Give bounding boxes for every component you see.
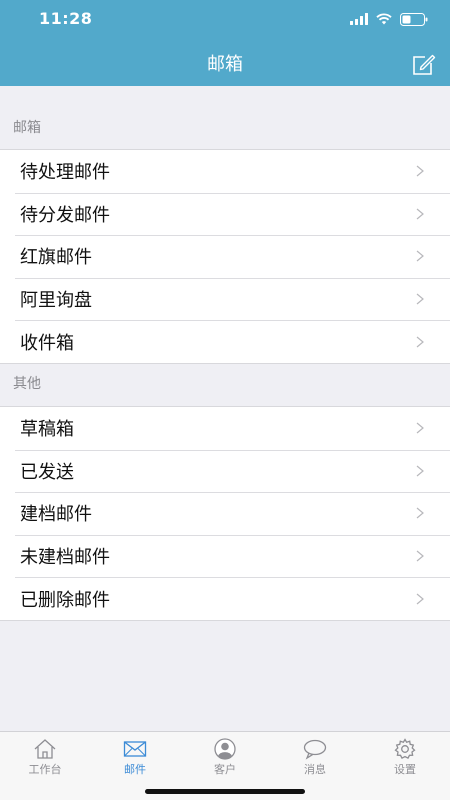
chevron-right-icon <box>416 165 424 177</box>
battery-icon <box>400 12 428 26</box>
list-item-label: 红旗邮件 <box>20 247 92 269</box>
status-bar: 11:28 <box>0 0 450 40</box>
tab-messages[interactable]: 消息 <box>270 732 360 780</box>
list-item-archived-mail[interactable]: 建档邮件 <box>0 492 450 535</box>
tab-label: 客户 <box>214 763 236 776</box>
chevron-right-icon <box>416 508 424 519</box>
tab-workbench[interactable]: 工作台 <box>0 732 90 780</box>
tab-label: 设置 <box>394 763 416 776</box>
list-item-label: 建档邮件 <box>20 504 92 526</box>
compose-icon <box>413 54 436 75</box>
list-item-alibaba-inquiry[interactable]: 阿里询盘 <box>0 277 450 321</box>
section-header-other: 其他 <box>13 376 41 392</box>
home-indicator <box>145 789 305 794</box>
chevron-right-icon <box>416 251 424 262</box>
list-item-pending-mail[interactable]: 待处理邮件 <box>0 150 450 193</box>
list-item-deleted-mail[interactable]: 已删除邮件 <box>0 577 450 620</box>
chevron-right-icon <box>416 465 424 477</box>
chevron-right-icon <box>416 550 424 562</box>
list-item-label: 阿里询盘 <box>20 290 92 312</box>
list-item-unarchived-mail[interactable]: 未建档邮件 <box>0 534 450 578</box>
chevron-right-icon <box>416 422 424 434</box>
compose-button[interactable] <box>412 54 436 76</box>
chevron-right-icon <box>416 336 424 348</box>
tab-label: 消息 <box>304 763 326 776</box>
list-item-sent[interactable]: 已发送 <box>0 449 450 493</box>
list-item-drafts[interactable]: 草稿箱 <box>0 407 450 450</box>
list-item-label: 未建档邮件 <box>20 547 110 569</box>
tab-bar: 工作台 邮件 客户 消息 设置 <box>0 731 450 800</box>
other-group: 草稿箱 已发送 建档邮件 未建档邮件 已删除邮件 <box>0 406 450 621</box>
section-header-mailbox: 邮箱 <box>13 120 41 136</box>
tab-label: 工作台 <box>28 763 62 776</box>
chevron-right-icon <box>416 593 424 605</box>
chevron-right-icon <box>416 208 424 220</box>
chevron-right-icon <box>416 293 424 305</box>
tab-label: 邮件 <box>124 763 146 776</box>
status-time: 11:28 <box>39 9 93 28</box>
wifi-icon <box>376 13 392 25</box>
user-icon <box>214 738 236 760</box>
list-item-label: 待分发邮件 <box>20 204 110 226</box>
home-icon <box>34 739 56 759</box>
list-item-inbox[interactable]: 收件箱 <box>0 320 450 363</box>
list-item-to-distribute-mail[interactable]: 待分发邮件 <box>0 192 450 236</box>
list-item-label: 已删除邮件 <box>20 589 110 611</box>
tab-mail[interactable]: 邮件 <box>90 732 180 780</box>
chat-bubble-icon <box>303 739 327 760</box>
list-item-label: 已发送 <box>20 461 74 483</box>
list-item-label: 待处理邮件 <box>20 162 110 184</box>
signal-icon <box>350 13 368 25</box>
status-icons <box>350 12 428 26</box>
page-title: 邮箱 <box>207 54 243 75</box>
list-item-label: 收件箱 <box>20 332 74 354</box>
mail-icon <box>123 741 147 757</box>
list-item-label: 草稿箱 <box>20 419 74 441</box>
gear-icon <box>394 738 416 759</box>
tab-customers[interactable]: 客户 <box>180 732 270 780</box>
list-item-red-flag-mail[interactable]: 红旗邮件 <box>0 235 450 278</box>
app-header: 11:28 邮箱 <box>0 0 450 86</box>
tab-settings[interactable]: 设置 <box>360 732 450 780</box>
mailbox-group: 待处理邮件 待分发邮件 红旗邮件 阿里询盘 收件箱 <box>0 149 450 364</box>
